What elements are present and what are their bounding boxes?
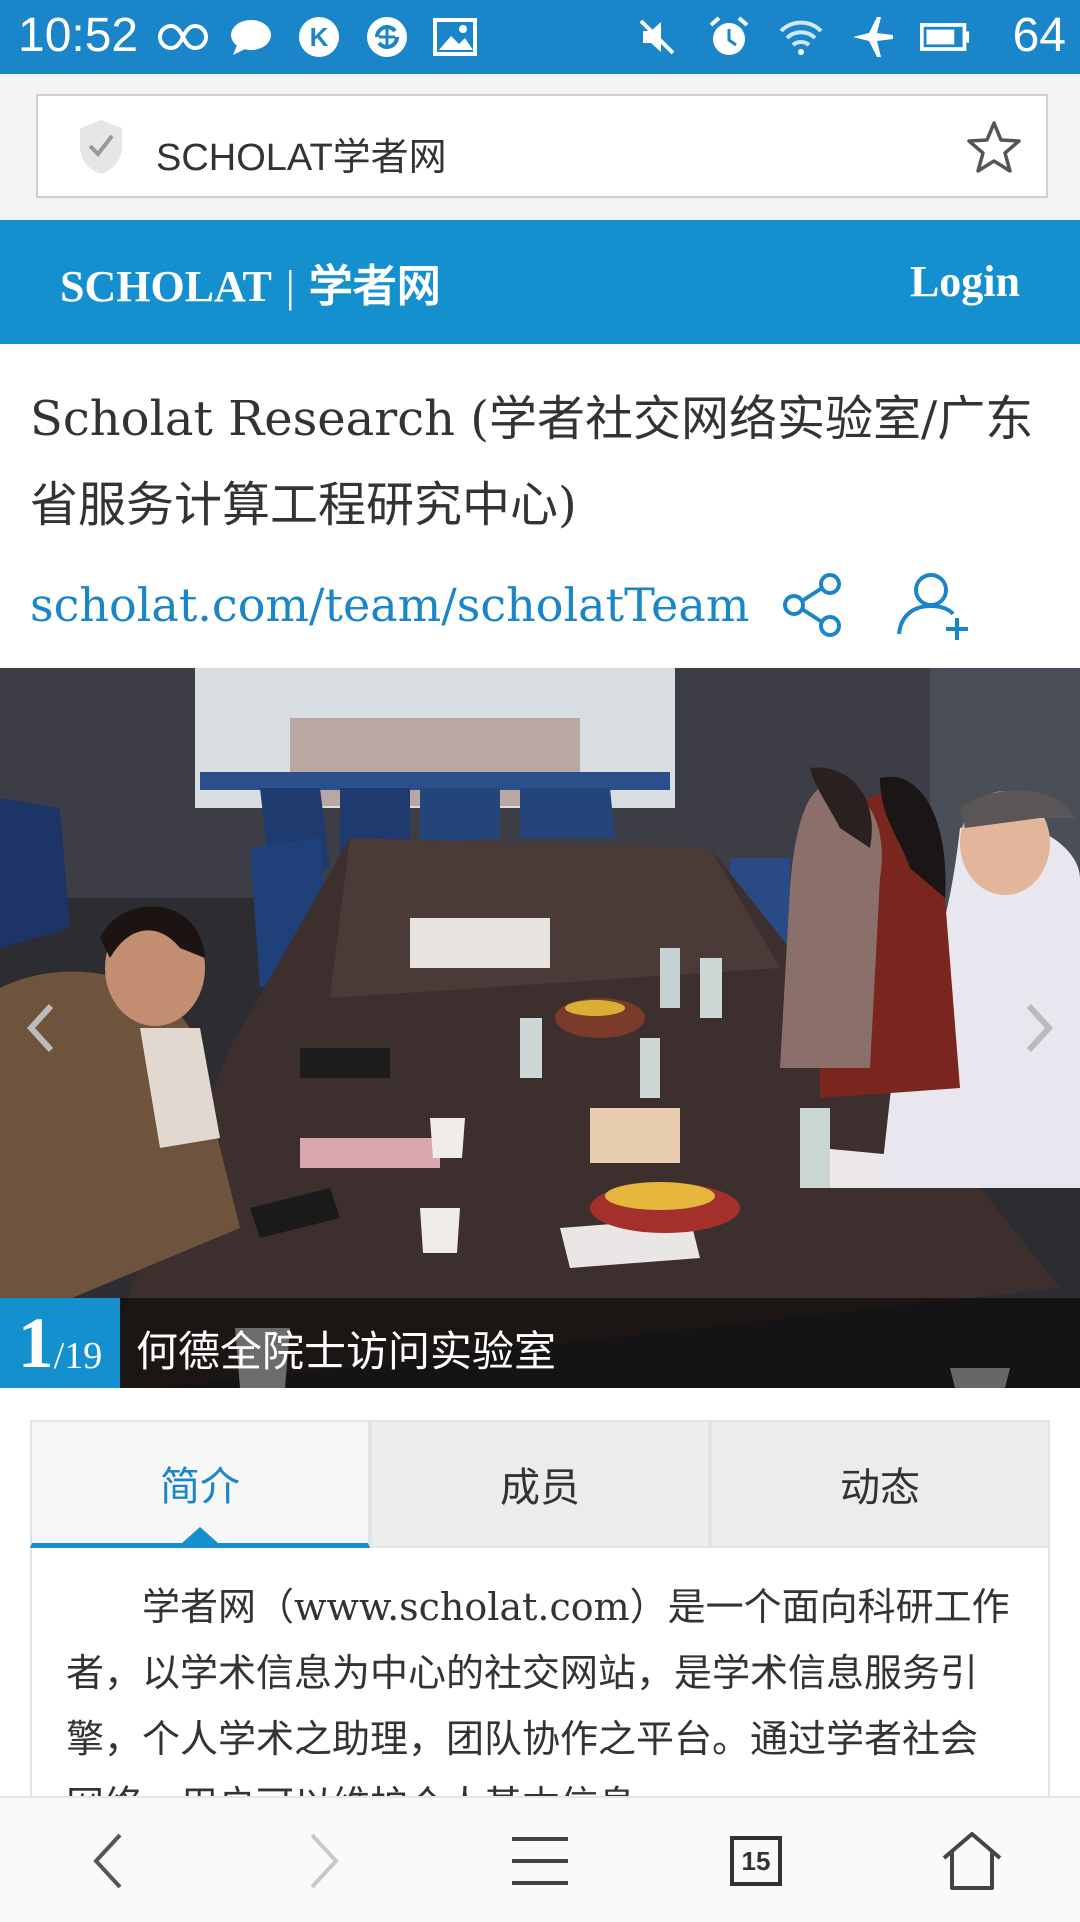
bookmark-star-icon[interactable] <box>966 120 1022 179</box>
tab-activity[interactable]: 动态 <box>710 1420 1050 1548</box>
brand-cn: 学者网 <box>308 262 441 311</box>
active-tab-caret <box>182 1527 218 1543</box>
login-link[interactable]: Login <box>910 256 1020 307</box>
browser-nav-bar: 15 <box>0 1796 1080 1922</box>
slide-counter: 1/19 <box>0 1298 120 1388</box>
brand-en: SCHOLAT <box>60 262 272 311</box>
shield-check-icon <box>78 118 124 181</box>
carousel-caption-bar: 1/19 何德全院士访问实验室 <box>0 1298 1080 1388</box>
team-title: Scholat Research (学者社交网络实验室/广东省服务计算工程研究中… <box>30 391 1034 533</box>
k-icon: K <box>294 12 344 62</box>
slide-caption: 何德全院士访问实验室 <box>136 1328 557 1375</box>
battery-percent: 64 <box>1012 9 1066 62</box>
infinity-icon <box>158 12 208 62</box>
back-arrow-icon[interactable] <box>68 1826 148 1896</box>
tab-members-label: 成员 <box>500 1466 580 1510</box>
mute-icon <box>632 12 682 62</box>
carousel-prev-arrow[interactable] <box>6 993 76 1063</box>
photo-carousel[interactable]: 1/19 何德全院士访问实验室 <box>0 668 1080 1388</box>
site-logo[interactable]: SCHOLAT | 学者网 <box>60 250 441 314</box>
carousel-next-arrow[interactable] <box>1004 993 1074 1063</box>
forward-arrow-icon[interactable] <box>284 1826 364 1896</box>
sync-icon <box>362 12 412 62</box>
team-tabs: 简介 成员 动态 <box>30 1420 1050 1548</box>
tab-intro-label: 简介 <box>160 1464 240 1509</box>
slide-current: 1 <box>17 1303 54 1383</box>
wifi-icon <box>776 12 826 62</box>
alarm-icon <box>704 12 754 62</box>
chat-icon <box>226 12 276 62</box>
slide-total: /19 <box>53 1335 103 1377</box>
browser-toolbar: SCHOLAT学者网 <box>0 74 1080 220</box>
status-time: 10:52 <box>18 9 139 62</box>
address-text: SCHOLAT学者网 <box>156 137 447 179</box>
intro-paragraph: 学者网（www.scholat.com）是一个面向科研工作者，以学术信息为中心的… <box>30 1548 1050 1796</box>
carousel-photo <box>0 668 1080 1388</box>
team-url-link[interactable]: scholat.com/team/scholatTeam <box>30 578 749 632</box>
address-bar[interactable]: SCHOLAT学者网 <box>36 94 1048 198</box>
tab-count: 15 <box>730 1836 782 1886</box>
menu-icon[interactable] <box>500 1826 580 1896</box>
airplane-icon <box>848 12 898 62</box>
svg-text:K: K <box>310 22 329 52</box>
home-icon[interactable] <box>932 1826 1012 1896</box>
tab-intro[interactable]: 简介 <box>30 1420 370 1548</box>
tab-activity-label: 动态 <box>840 1466 920 1510</box>
battery-icon <box>920 12 970 62</box>
tabs-counter-button[interactable]: 15 <box>716 1826 796 1896</box>
status-bar: 10:52 K 64 <box>0 0 1080 74</box>
share-icon[interactable] <box>780 572 846 643</box>
brand-separator: | <box>285 262 295 311</box>
image-icon <box>430 12 480 62</box>
site-header: SCHOLAT | 学者网 Login <box>0 220 1080 344</box>
follow-user-add-icon[interactable] <box>895 570 975 645</box>
tab-members[interactable]: 成员 <box>370 1420 710 1548</box>
